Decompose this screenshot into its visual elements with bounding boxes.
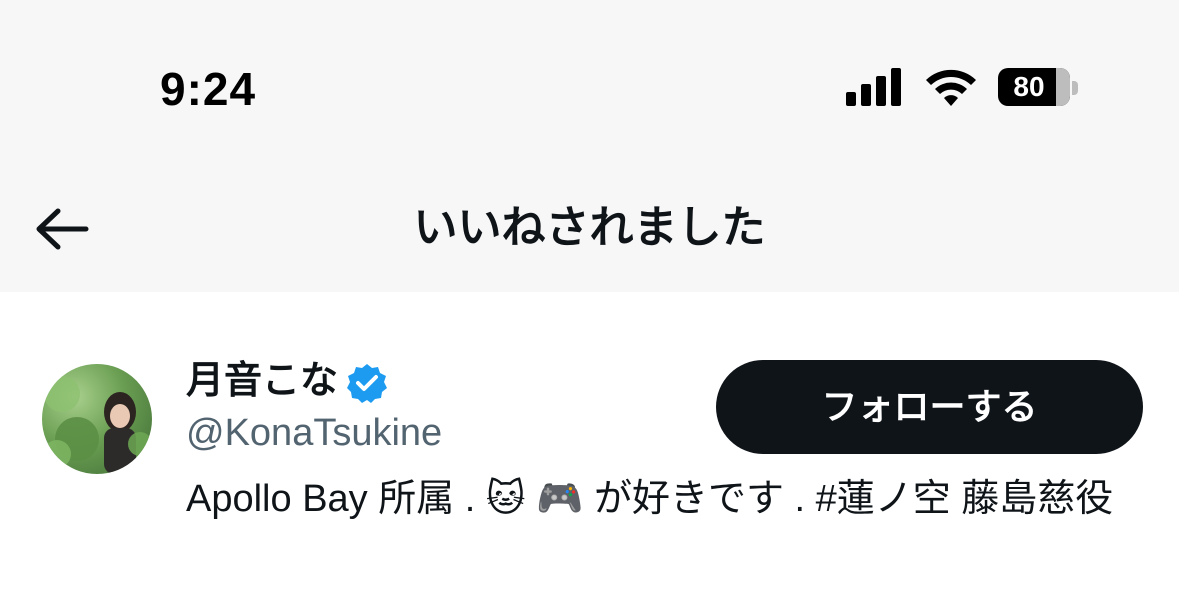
user-bio: Apollo Bay 所属 . 🐱 🎮 が好きです . #蓮ノ空 藤島慈役	[186, 478, 1114, 520]
battery-percent: 80	[1013, 71, 1045, 102]
verified-badge-icon	[347, 364, 387, 403]
avatar-photo	[43, 376, 152, 474]
status-time: 9:24	[160, 63, 257, 115]
signal-icon	[846, 66, 906, 106]
user-handle[interactable]: @KonaTsukine	[186, 410, 442, 456]
battery-icon: 80	[998, 68, 1070, 106]
battery-cap	[1072, 81, 1078, 95]
follow-button[interactable]: フォローする	[716, 360, 1143, 454]
avatar[interactable]	[42, 364, 152, 474]
page-title: いいねされました	[413, 203, 766, 252]
wifi-icon	[926, 69, 976, 106]
display-name[interactable]: 月音こな	[186, 358, 338, 404]
